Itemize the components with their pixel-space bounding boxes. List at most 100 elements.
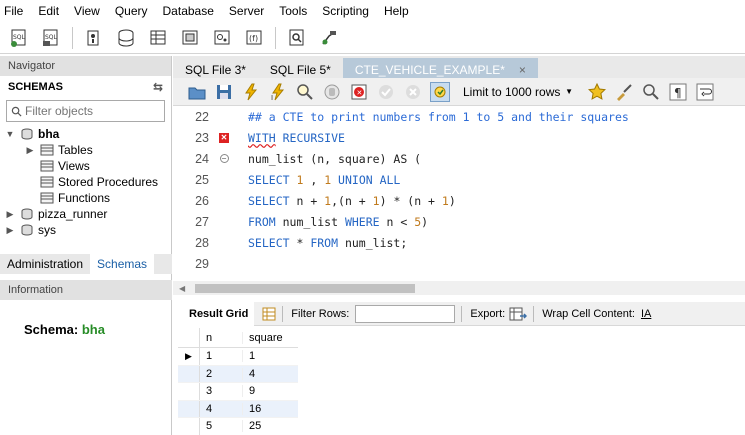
column-header-square[interactable]: square	[243, 332, 293, 344]
open-folder-icon[interactable]	[187, 82, 207, 102]
commit-check-icon[interactable]	[376, 82, 396, 102]
syntax-error-icon[interactable]: ✕	[219, 132, 229, 143]
cell-square[interactable]: 16	[243, 403, 293, 415]
folder-functions-icon	[40, 192, 54, 204]
svg-text:SQL: SQL	[13, 34, 26, 41]
tree-item-tables[interactable]: ▶ Tables	[0, 142, 171, 158]
result-toolbar: Result Grid Filter Rows: Export: Wrap Ce…	[173, 301, 745, 326]
filter-rows: Filter Rows:	[291, 304, 456, 323]
line-number: 25	[195, 172, 209, 187]
tree-item-label: sys	[38, 223, 56, 237]
tree-item-pizza-runner[interactable]: ▶ pizza_runner	[0, 206, 171, 222]
table-row[interactable]: 5 25	[178, 418, 298, 435]
tree-item-label: pizza_runner	[38, 207, 108, 221]
tree-item-functions[interactable]: Functions	[0, 190, 171, 206]
expand-arrow-icon[interactable]: ▶	[4, 225, 16, 236]
tab-sql-file-3[interactable]: SQL File 3*	[173, 58, 258, 78]
limit-rows-select[interactable]: Limit to 1000 rows ▼	[457, 82, 579, 102]
expand-arrow-icon[interactable]: ▶	[4, 209, 16, 220]
menu-server[interactable]: Server	[229, 4, 264, 18]
scroll-left-icon[interactable]: ◀	[179, 284, 185, 293]
row-selector	[178, 400, 200, 417]
save-icon[interactable]	[214, 82, 234, 102]
export: Export:	[470, 306, 528, 322]
execute-cursor-icon[interactable]: I	[268, 82, 288, 102]
tree-item-label: bha	[38, 127, 60, 141]
tree-item-views[interactable]: Views	[0, 158, 171, 174]
code-line: 28 SELECT * FROM num_list;	[173, 232, 745, 253]
menu-query[interactable]: Query	[115, 4, 148, 18]
menu-edit[interactable]: Edit	[38, 4, 59, 18]
editor-horizontal-scrollbar[interactable]: ◀	[173, 281, 745, 295]
filter-rows-input[interactable]	[355, 304, 456, 323]
cell-n[interactable]: 1	[200, 350, 243, 363]
tab-sql-file-5[interactable]: SQL File 5*	[258, 58, 343, 78]
tab-cte-vehicle-example[interactable]: CTE_VEHICLE_EXAMPLE* ×	[342, 58, 538, 78]
schema-label: Schema:	[24, 322, 79, 337]
execute-lightning-icon[interactable]	[241, 82, 261, 102]
table-row[interactable]: ▶ 1 1	[178, 348, 298, 366]
reconnect-icon[interactable]	[318, 27, 340, 49]
table-row[interactable]: 3 9	[178, 383, 298, 401]
menu-tools[interactable]: Tools	[279, 4, 307, 18]
menu-file[interactable]: File	[4, 4, 23, 18]
find-replace-icon[interactable]	[641, 82, 661, 102]
inspector-icon[interactable]	[83, 27, 105, 49]
menu-database[interactable]: Database	[163, 4, 214, 18]
filter-objects-input[interactable]	[25, 104, 155, 118]
create-view-icon[interactable]	[179, 27, 201, 49]
cell-n[interactable]: 5	[200, 420, 243, 433]
cell-n[interactable]: 3	[200, 385, 243, 398]
refresh-icon[interactable]: ⇆	[153, 80, 163, 94]
menu-view[interactable]: View	[74, 4, 100, 18]
toggle-error-icon[interactable]: ✕	[349, 82, 369, 102]
cell-n[interactable]: 4	[200, 402, 243, 415]
table-row[interactable]: 2 4	[178, 365, 298, 383]
column-header-n[interactable]: n	[200, 331, 243, 344]
create-schema-icon[interactable]	[115, 27, 137, 49]
search-table-data-icon[interactable]	[286, 27, 308, 49]
wrap-cell-icon[interactable]: IA	[641, 308, 651, 320]
gutter-marker: ✕	[213, 132, 235, 143]
cell-square[interactable]: 4	[243, 368, 293, 380]
cell-square[interactable]: 1	[243, 350, 293, 362]
line-number: 28	[195, 235, 209, 250]
cell-square[interactable]: 9	[243, 385, 293, 397]
cell-square[interactable]: 25	[243, 420, 293, 432]
toolbar-separator	[533, 305, 535, 322]
add-snippet-star-icon[interactable]	[587, 82, 607, 102]
invisible-chars-icon[interactable]: ¶	[668, 82, 688, 102]
fold-toggle-icon[interactable]: −	[219, 154, 229, 163]
limit-rows-value: Limit to 1000 rows	[463, 84, 561, 99]
menu-help[interactable]: Help	[384, 4, 409, 18]
result-grid-tab[interactable]: Result Grid	[173, 301, 255, 326]
cell-n[interactable]: 2	[200, 367, 243, 380]
table-row[interactable]: 4 16	[178, 400, 298, 418]
filter-objects-field[interactable]	[6, 100, 165, 122]
new-sql-tab-icon[interactable]: SQL	[8, 27, 30, 49]
beautify-brush-icon[interactable]	[614, 82, 634, 102]
menu-scripting[interactable]: Scripting	[322, 4, 369, 18]
sql-editor[interactable]: 22 ## a CTE to print numbers from 1 to 5…	[173, 106, 745, 281]
svg-text:¶: ¶	[674, 86, 682, 100]
collapse-arrow-icon[interactable]: ▼	[4, 129, 16, 139]
create-function-icon[interactable]: (f)	[243, 27, 265, 49]
rollback-icon[interactable]	[403, 82, 423, 102]
tree-item-bha[interactable]: ▼ bha	[0, 126, 171, 142]
tree-item-sys[interactable]: ▶ sys	[0, 222, 171, 238]
stop-hand-icon[interactable]	[322, 82, 342, 102]
wrap-lines-icon[interactable]	[695, 82, 715, 102]
scrollbar-thumb[interactable]	[195, 284, 415, 293]
auto-commit-icon[interactable]	[430, 81, 450, 102]
create-table-icon[interactable]	[147, 27, 169, 49]
tree-item-stored-procedures[interactable]: Stored Procedures	[0, 174, 171, 190]
expand-arrow-icon[interactable]: ▶	[24, 145, 36, 156]
grid-view-icon[interactable]	[262, 307, 276, 321]
export-icon[interactable]	[509, 306, 528, 322]
create-procedure-icon[interactable]	[211, 27, 233, 49]
open-sql-file-icon[interactable]: SQL	[40, 27, 62, 49]
tab-administration[interactable]: Administration	[0, 254, 90, 274]
explain-magnifier-icon[interactable]	[295, 82, 315, 102]
tab-schemas[interactable]: Schemas	[90, 254, 155, 274]
close-icon[interactable]: ×	[519, 63, 526, 77]
